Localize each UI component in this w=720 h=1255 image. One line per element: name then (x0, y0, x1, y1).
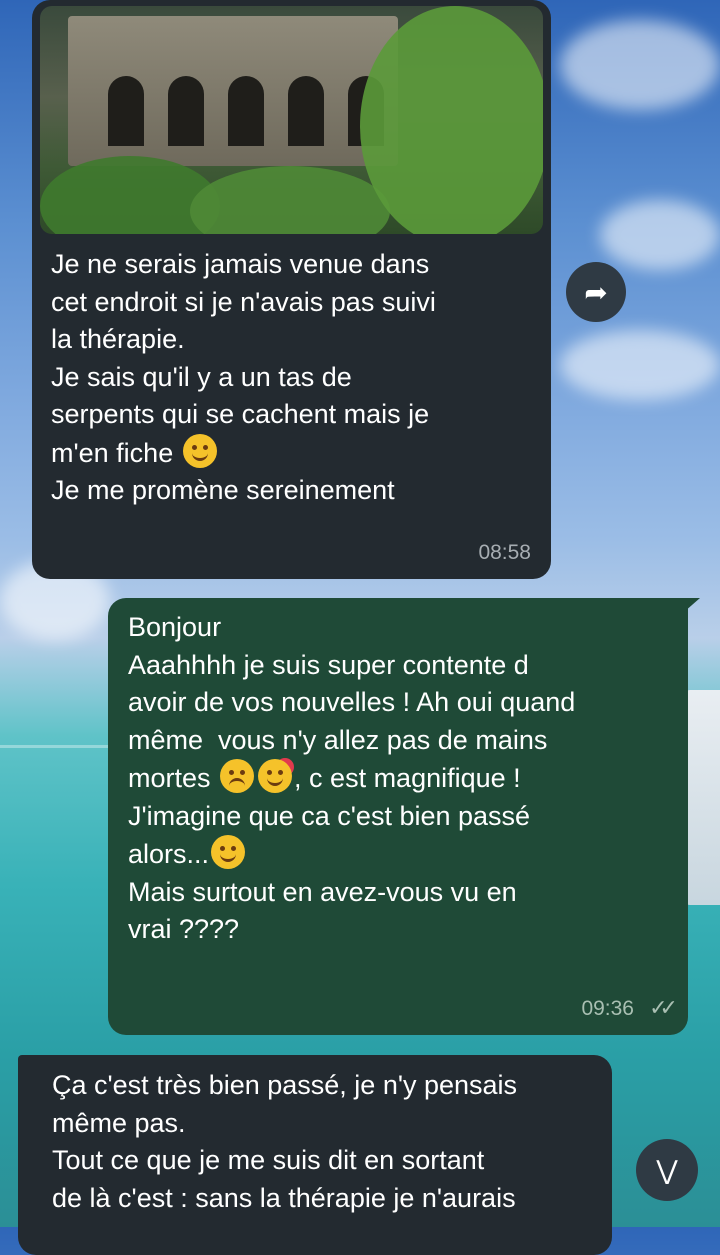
smiling-face-with-hearts-emoji (258, 759, 293, 793)
worried-face-emoji (220, 759, 255, 793)
message-line: Tout ce que je me suis dit en sortant (52, 1145, 485, 1175)
message-line-text: m'en fiche (51, 437, 174, 468)
message-line: J'imagine que ca c'est bien passé (128, 800, 531, 831)
photo-ruin-facade (68, 16, 398, 166)
double-chevron-down-icon: ⋁ (656, 1154, 678, 1185)
photo-arch (288, 76, 324, 146)
message-line: même pas. (52, 1107, 186, 1138)
smirking-face-emoji (211, 835, 246, 869)
outgoing-message[interactable]: Bonjour Aaahhhh je suis super contente d… (108, 598, 688, 1035)
forward-button[interactable]: ➦ (566, 262, 626, 322)
message-text: Je ne serais jamais venue dans cet endro… (51, 246, 531, 510)
message-line: de là c'est : sans la thérapie je n'aura… (52, 1182, 516, 1213)
message-line: Je me promène sereinement (51, 475, 395, 505)
read-receipt-icon: ✓✓ (649, 994, 678, 1020)
forward-icon: ➦ (584, 276, 608, 308)
message-line: mortes , c est magnifique ! (128, 759, 673, 798)
message-line: Mais surtout en avez-vous vu en (128, 876, 517, 907)
message-line: Bonjour (128, 612, 222, 642)
scroll-to-bottom-button[interactable]: ⋁ (636, 1139, 698, 1201)
message-line-text: alors... (128, 839, 210, 869)
message-text: Bonjour Aaahhhh je suis super contente d… (128, 609, 673, 949)
message-timestamp: 09:36 (581, 996, 634, 1020)
message-line: vrai ???? (128, 914, 240, 944)
photo-arch (228, 76, 264, 146)
photo-arch (108, 76, 144, 146)
message-line: alors... (128, 835, 673, 874)
photo-foliage (190, 166, 390, 234)
wallpaper-cloud (560, 20, 720, 110)
photo-foliage (360, 6, 543, 234)
message-line-text: mortes (128, 763, 211, 793)
wallpaper-boat (684, 690, 720, 905)
message-line: m'en fiche (51, 433, 531, 473)
message-line: serpents qui se cachent mais je (51, 399, 430, 429)
smiling-face-emoji (182, 433, 217, 468)
outgoing-bubble-tail (684, 598, 700, 612)
message-line: avoir de vos nouvelles ! Ah oui quand (128, 687, 576, 717)
message-line: Aaahhhh je suis super contente d (128, 649, 529, 680)
incoming-message[interactable]: Je ne serais jamais venue dans cet endro… (32, 0, 551, 579)
message-text: Ça c'est très bien passé, je n'y pensais… (52, 1067, 612, 1217)
message-line: cet endroit si je n'avais pas suivi (51, 286, 436, 317)
message-line: Je ne serais jamais venue dans (51, 249, 430, 279)
incoming-message[interactable]: Ça c'est très bien passé, je n'y pensais… (18, 1055, 612, 1255)
message-line: Ça c'est très bien passé, je n'y pensais (52, 1070, 518, 1100)
message-line: même vous n'y allez pas de mains (128, 724, 548, 755)
message-line-text: , c est magnifique ! (294, 763, 521, 793)
message-line: la thérapie. (51, 324, 185, 354)
message-line: Je sais qu'il y a un tas de (51, 361, 352, 392)
wallpaper-cloud (600, 200, 720, 270)
wallpaper-cloud (560, 330, 720, 400)
photo-arch (168, 76, 204, 146)
message-timestamp: 08:58 (478, 540, 531, 564)
message-photo[interactable] (40, 6, 543, 234)
